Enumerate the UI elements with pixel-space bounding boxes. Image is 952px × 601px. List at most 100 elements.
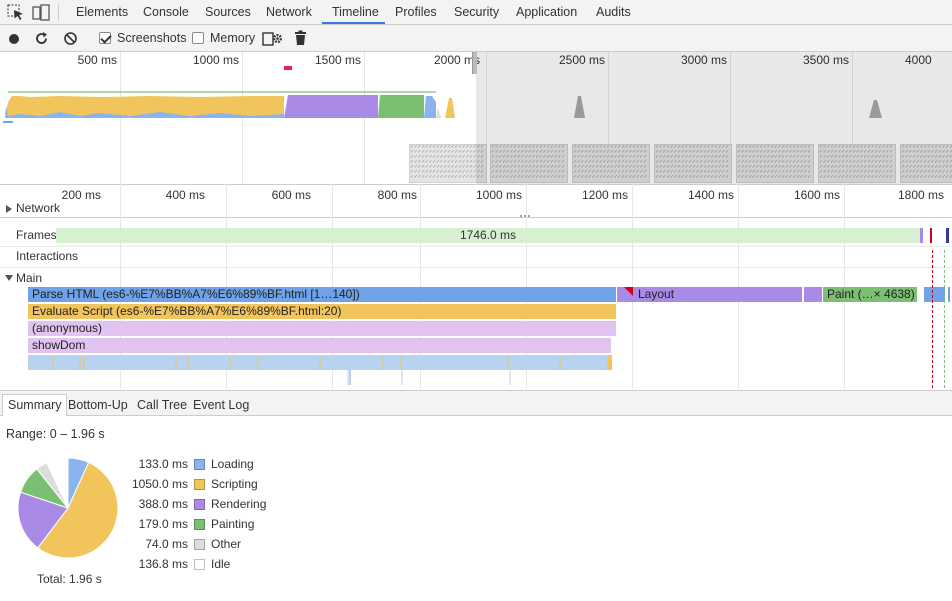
device-toolbar-icon[interactable] (32, 4, 50, 21)
layout-event[interactable]: Layout (617, 287, 803, 302)
tab-bottom-up[interactable]: Bottom-Up (63, 395, 133, 416)
legend-row-idle: 136.8 ms Idle (130, 557, 330, 573)
frame-marker (930, 228, 932, 243)
timeline-overview[interactable]: 500 ms 1000 ms 1500 ms 2000 ms 2500 ms 3… (0, 52, 952, 184)
frame-bar[interactable]: 1746.0 ms (56, 228, 920, 243)
overview-unselected-region[interactable] (476, 52, 952, 184)
legend-row-painting: 179.0 ms Painting (130, 517, 330, 533)
dom-content-loaded-marker (932, 250, 933, 388)
track-divider (0, 267, 952, 268)
legend-value: 133.0 ms (138, 457, 188, 471)
layout-event[interactable] (804, 287, 823, 302)
frame-duration: 1746.0 ms (459, 228, 517, 242)
tab-call-tree[interactable]: Call Tree (132, 395, 192, 416)
tab-network[interactable]: Network (266, 5, 312, 19)
overview-tick-label: 2000 ms (433, 53, 480, 67)
tab-sources[interactable]: Sources (205, 5, 251, 19)
screenshots-checkbox[interactable] (99, 32, 111, 44)
tab-audits[interactable]: Audits (596, 5, 631, 19)
legend-swatch (194, 499, 205, 510)
reload-icon[interactable] (34, 31, 49, 46)
summary-panel: Range: 0 – 1.96 s Total: 1.96 s 133.0 ms… (0, 416, 952, 601)
collapse-triangle-icon[interactable] (4, 274, 14, 282)
evaluate-script-event[interactable]: Evaluate Script (es6-%E7%BB%A7%E6%89%BF.… (28, 304, 617, 319)
legend-row-other: 74.0 ms Other (130, 537, 330, 553)
flame-tick-label: 1200 ms (581, 188, 628, 202)
legend-value: 179.0 ms (138, 517, 188, 531)
network-track-label[interactable]: Network (16, 201, 60, 215)
tab-profiles[interactable]: Profiles (395, 5, 437, 19)
memory-checkbox[interactable] (192, 32, 204, 44)
tab-elements[interactable]: Elements (76, 5, 128, 19)
frame-marker (920, 228, 923, 243)
warning-triangle-icon (624, 287, 633, 296)
legend-swatch (194, 479, 205, 490)
flame-tick-label: 1800 ms (897, 188, 944, 202)
total-duration: Total: 1.96 s (37, 572, 102, 586)
showdom-function-event[interactable]: showDom (28, 338, 612, 353)
legend-name: Other (211, 537, 242, 551)
dom-call-events[interactable] (28, 355, 618, 385)
active-tab-indicator (322, 22, 385, 24)
memory-label: Memory (210, 31, 256, 45)
record-icon[interactable] (7, 32, 21, 46)
flame-chart[interactable]: Frames 1746.0 ms Interactions Main Parse… (0, 184, 952, 388)
overview-tick-label: 1000 ms (192, 53, 239, 67)
toolbar-divider (58, 4, 59, 21)
flame-gridline (738, 184, 739, 388)
parse-html-event[interactable]: Parse HTML (es6-%E7%BB%A7%E6%89%BF.html … (28, 287, 617, 302)
selected-range: Range: 0 – 1.96 s (6, 427, 105, 441)
expand-triangle-icon[interactable] (5, 204, 13, 214)
legend-name: Idle (211, 557, 231, 571)
legend-name: Rendering (211, 497, 267, 511)
flame-tick-label: 1000 ms (475, 188, 522, 202)
first-paint-marker (944, 250, 945, 388)
frame-marker (946, 228, 949, 243)
loading-event[interactable] (924, 287, 946, 302)
flame-tick-label: 600 ms (271, 188, 311, 202)
inspect-element-icon[interactable] (7, 4, 25, 21)
legend-swatch (194, 559, 205, 570)
flame-tick-label: 400 ms (165, 188, 205, 202)
legend-row-scripting: 1050.0 ms Scripting (130, 477, 330, 493)
flame-tick-label: 1400 ms (687, 188, 734, 202)
anonymous-function-event[interactable]: (anonymous) (28, 321, 617, 336)
screenshots-label: Screenshots (117, 31, 187, 45)
flame-chart-ruler: 200 ms 400 ms 600 ms 800 ms 1000 ms 1200… (0, 184, 952, 218)
legend-value: 136.8 ms (138, 557, 188, 571)
timeline-toolbar: Screenshots Memory (0, 25, 952, 52)
capture-settings-icon[interactable] (262, 30, 284, 47)
flame-gridline (632, 184, 633, 388)
flame-tick-label: 200 ms (61, 188, 101, 202)
overview-selection-handle[interactable] (472, 52, 477, 74)
frames-track-label: Frames (16, 228, 57, 242)
main-track-label[interactable]: Main (16, 271, 42, 285)
paint-event[interactable]: Paint (…× 4638) (823, 287, 918, 302)
legend-value: 388.0 ms (138, 497, 188, 511)
tab-timeline[interactable]: Timeline (332, 5, 379, 19)
legend-name: Scripting (211, 477, 258, 491)
legend-swatch (194, 539, 205, 550)
overview-tick-label: 500 ms (77, 53, 117, 67)
collect-garbage-icon[interactable] (294, 30, 307, 46)
flame-tick-label: 1600 ms (793, 188, 840, 202)
tab-console[interactable]: Console (143, 5, 189, 19)
clear-icon[interactable] (63, 31, 78, 46)
flame-tick-label: 800 ms (377, 188, 417, 202)
tab-application[interactable]: Application (516, 5, 577, 19)
track-divider (0, 246, 952, 247)
legend-row-loading: 133.0 ms Loading (130, 457, 330, 473)
legend-row-rendering: 388.0 ms Rendering (130, 497, 330, 513)
tab-summary[interactable]: Summary (2, 394, 68, 417)
legend-value: 74.0 ms (145, 537, 188, 551)
devtools-tab-bar: Elements Console Sources Network Timelin… (0, 0, 952, 25)
legend-name: Loading (211, 457, 254, 471)
tab-event-log[interactable]: Event Log (188, 395, 254, 416)
legend-name: Painting (211, 517, 255, 531)
flame-gridline (844, 184, 845, 388)
legend-swatch (194, 459, 205, 470)
tab-security[interactable]: Security (454, 5, 499, 19)
legend-value: 1050.0 ms (131, 477, 188, 491)
summary-pie-chart (17, 457, 119, 559)
loading-event[interactable] (948, 287, 950, 302)
